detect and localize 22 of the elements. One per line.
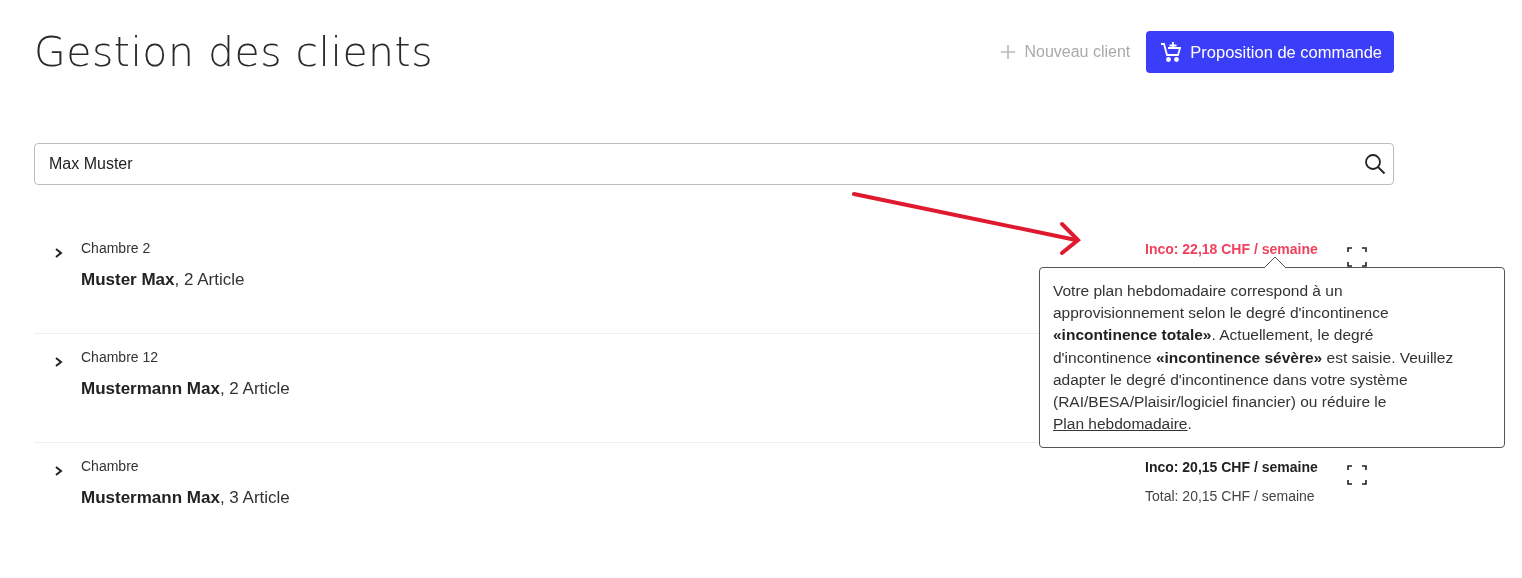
page-title: Gestion des clients [34,28,434,76]
client-name[interactable]: Mustermann Max, 3 Article [81,488,290,508]
inco-price: Inco: 20,15 CHF / semaine [1145,459,1318,475]
client-name[interactable]: Muster Max, 2 Article [81,270,245,290]
chevron-icon[interactable] [54,356,64,368]
client-name[interactable]: Mustermann Max, 2 Article [81,379,290,399]
chevron-icon[interactable] [54,247,64,259]
chevron-icon[interactable] [54,465,64,477]
tooltip-text: Votre plan hebdomadaire correspond à un approvisionnement selon le degré d'incontinence «incontinence totale». Actuellement, le degré d'incontinence «incontinence sévère» est saisie. Veuillez adapter le degré d'incontinence dans votre système (RAI/BESA/Plaisir/logiciel financier) ou réduire le Plan hebdomadaire. [1053,281,1455,435]
search-field[interactable]: Max Muster [34,143,1394,185]
search-icon[interactable] [1364,153,1386,175]
order-proposal-button[interactable]: Proposition de commande [1146,31,1394,73]
plus-icon [1000,44,1017,60]
room-label: Chambre [81,458,139,474]
cart-icon [1160,41,1183,63]
expand-icon[interactable] [1347,465,1367,485]
inco-price: Inco: 22,18 CHF / semaine [1145,241,1318,257]
room-label: Chambre 12 [81,349,159,365]
expand-icon[interactable] [1347,247,1367,267]
total-price: Total: 20,15 CHF / semaine [1145,488,1315,504]
room-label: Chambre 2 [81,240,151,256]
plan-link[interactable]: Plan hebdomadaire [1053,415,1188,433]
